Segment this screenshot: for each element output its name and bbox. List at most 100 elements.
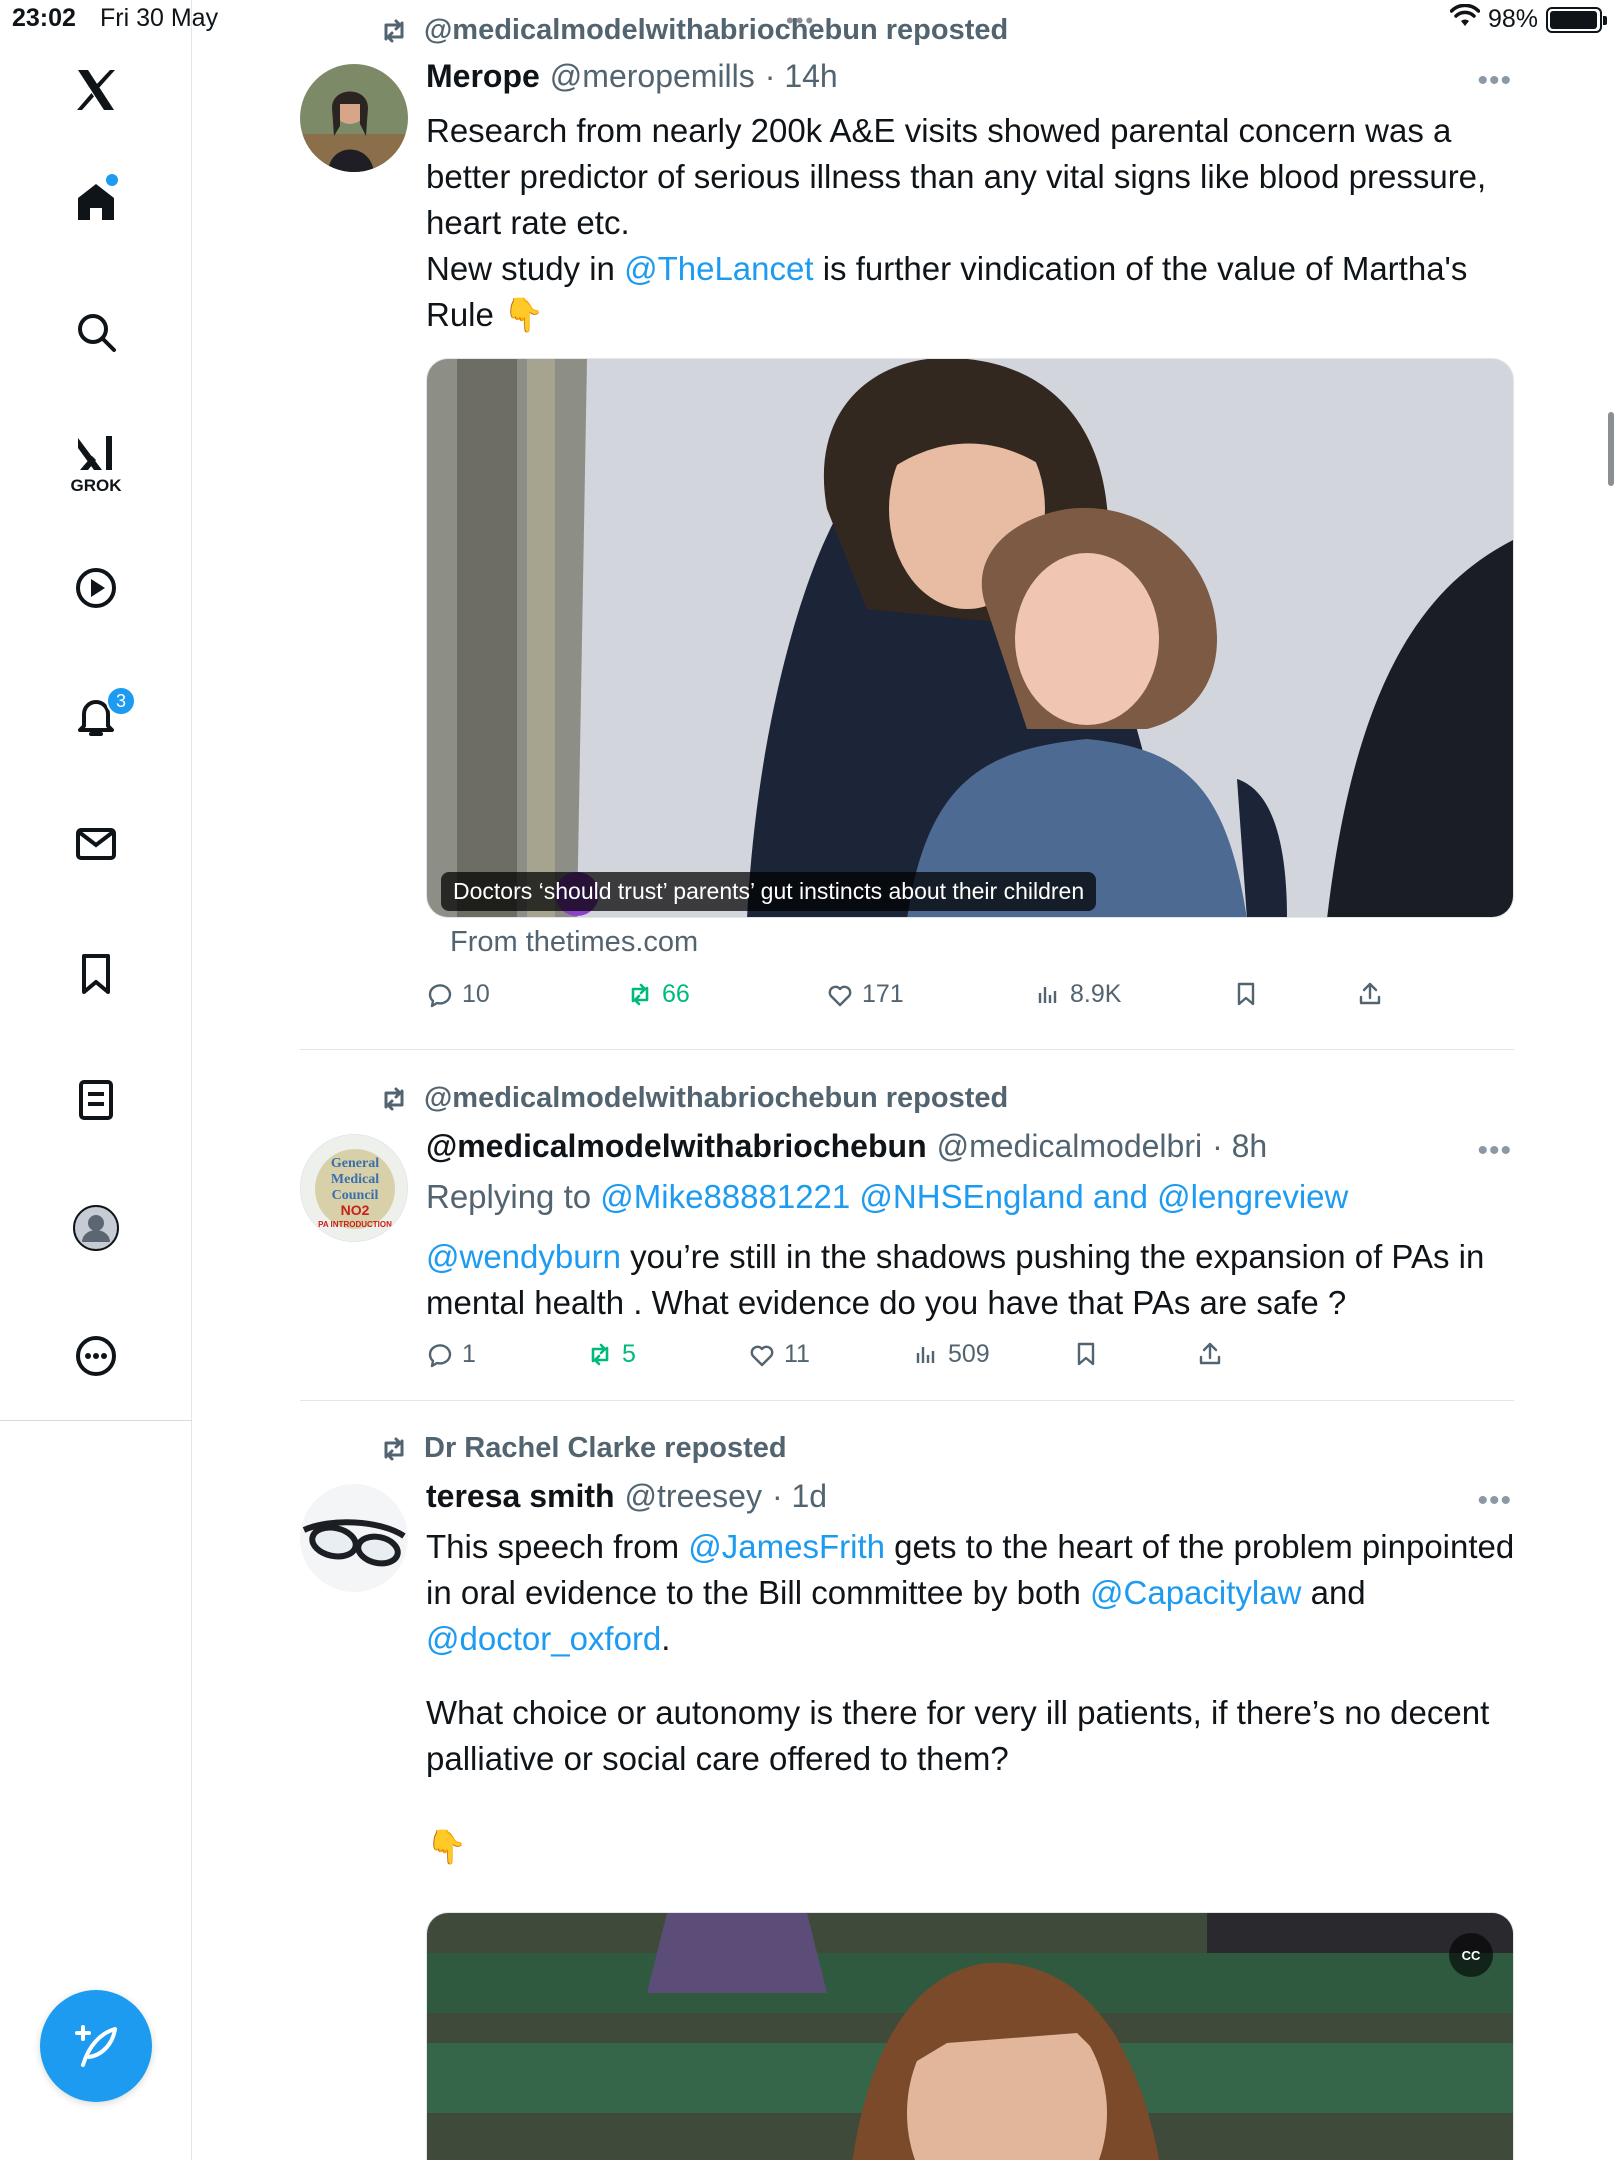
- mention-link[interactable]: @wendyburn: [426, 1238, 621, 1275]
- video-icon[interactable]: [66, 558, 126, 618]
- tweet-text: This speech from @JamesFrith gets to the…: [426, 1524, 1514, 1870]
- compose-button[interactable]: [40, 1990, 152, 2102]
- author-name[interactable]: Merope: [426, 58, 540, 95]
- like-button[interactable]: 11: [748, 1340, 810, 1369]
- mention-link[interactable]: @JamesFrith: [688, 1528, 885, 1565]
- share-button[interactable]: [1356, 980, 1384, 1008]
- post-header: Merope @meropemills · 14h: [426, 58, 838, 95]
- notification-badge: 3: [106, 686, 136, 716]
- bookmark-button[interactable]: [1232, 980, 1260, 1008]
- heart-icon: [750, 1345, 774, 1366]
- media-caption: Doctors ‘should trust’ parents’ gut inst…: [441, 872, 1097, 911]
- grok-icon[interactable]: [66, 422, 126, 482]
- closed-captions-button[interactable]: CC: [1449, 1933, 1493, 1977]
- reply-button[interactable]: 10: [426, 980, 490, 1009]
- compose-icon: [75, 2025, 117, 2067]
- tweet-paragraph: Research from nearly 200k A&E visits sho…: [426, 112, 1487, 241]
- tweet-emoji: 👇: [426, 1828, 468, 1865]
- tweet-text: @wendyburn you’re still in the shadows p…: [426, 1238, 1485, 1321]
- more-icon[interactable]: [66, 1326, 126, 1386]
- x-logo-icon[interactable]: [66, 60, 126, 120]
- repost-icon: [384, 1087, 404, 1110]
- like-button[interactable]: 171: [826, 980, 904, 1009]
- mail-icon[interactable]: [66, 814, 126, 874]
- share-icon: [1359, 982, 1381, 1005]
- repost-label: Dr Rachel Clarke reposted: [424, 1432, 787, 1464]
- reply-count: 1: [462, 1340, 476, 1368]
- author-name[interactable]: teresa smith: [426, 1478, 615, 1515]
- tweet-paragraph: This speech from @JamesFrith gets to the…: [426, 1528, 1514, 1657]
- views-button[interactable]: 509: [912, 1340, 990, 1369]
- tweet-text: Research from nearly 200k A&E visits sho…: [426, 108, 1516, 338]
- tweet-medicalmodel[interactable]: @medicalmodelwithabriochebun reposted Ge…: [300, 1050, 1514, 1400]
- more-options-icon[interactable]: •••: [1477, 1134, 1512, 1168]
- mention-link[interactable]: @doctor_oxford: [426, 1620, 661, 1657]
- sidebar-divider: [0, 1420, 192, 1421]
- profile-icon[interactable]: [66, 1198, 126, 1258]
- bookmark-icon: [1237, 982, 1255, 1006]
- like-count: 11: [784, 1340, 810, 1368]
- battery-icon: [1546, 6, 1607, 33]
- bookmark-icon: [1077, 1342, 1095, 1366]
- post-header: @medicalmodelwithabriochebun @medicalmod…: [426, 1128, 1267, 1165]
- sidebar-nav: GROK 3: [0, 0, 192, 2160]
- bookmark-icon[interactable]: [66, 944, 126, 1004]
- repost-indicator: @medicalmodelwithabriochebun reposted: [378, 1082, 1008, 1115]
- mention-link[interactable]: @Capacitylaw: [1090, 1574, 1301, 1611]
- view-count: 8.9K: [1070, 980, 1122, 1008]
- author-handle[interactable]: @treesey: [625, 1478, 762, 1515]
- author-name[interactable]: @medicalmodelwithabriochebun: [426, 1128, 927, 1165]
- repost-indicator: @medicalmodelwithabriochebun reposted: [378, 14, 1008, 47]
- share-button[interactable]: [1196, 1340, 1224, 1368]
- share-icon: [1199, 1342, 1221, 1365]
- tweet-paragraph-2: What choice or autonomy is there for ver…: [426, 1694, 1490, 1777]
- reply-icon: [428, 1343, 452, 1367]
- repost-indicator: Dr Rachel Clarke reposted: [378, 1432, 787, 1465]
- grok-label: GROK: [70, 476, 122, 495]
- more-options-icon[interactable]: •••: [1477, 1484, 1512, 1518]
- tweet-merope[interactable]: @medicalmodelwithabriochebun reposted Me…: [300, 0, 1514, 1050]
- avatar[interactable]: [300, 64, 408, 172]
- svg-text:NO2: NO2: [341, 1202, 370, 1218]
- reply-count: 10: [462, 980, 490, 1008]
- link-source[interactable]: From thetimes.com: [450, 926, 698, 959]
- lists-icon[interactable]: [66, 1070, 126, 1130]
- svg-text:General: General: [331, 1156, 379, 1171]
- svg-text:Council: Council: [332, 1188, 379, 1203]
- mention-link[interactable]: @TheLancet: [624, 250, 813, 287]
- repost-button[interactable]: 66: [626, 980, 690, 1009]
- tweet-teresa[interactable]: Dr Rachel Clarke reposted teresa smith @…: [300, 1400, 1514, 2160]
- post-time[interactable]: · 14h: [765, 58, 838, 95]
- bookmark-button[interactable]: [1072, 1340, 1100, 1368]
- replying-to: Replying to @Mike88881221 @NHSEngland an…: [426, 1178, 1349, 1215]
- repost-label: @medicalmodelwithabriochebun reposted: [424, 14, 1009, 46]
- author-handle[interactable]: @medicalmodelbri: [937, 1128, 1202, 1165]
- link-card-image[interactable]: Doctors ‘should trust’ parents’ gut inst…: [426, 358, 1514, 918]
- svg-text:PA INTRODUCTION: PA INTRODUCTION: [318, 1220, 392, 1229]
- scrollbar[interactable]: [1608, 412, 1614, 486]
- repost-button[interactable]: 5: [586, 1340, 636, 1369]
- search-icon[interactable]: [66, 302, 126, 362]
- repost-icon: [591, 1343, 609, 1365]
- post-time[interactable]: · 1d: [772, 1478, 827, 1515]
- video-player[interactable]: CC: [426, 1912, 1514, 2160]
- avatar[interactable]: [300, 1484, 408, 1592]
- view-count: 509: [948, 1340, 990, 1368]
- repost-icon: [631, 983, 649, 1005]
- avatar[interactable]: General Medical Council NO2 PA INTRODUCT…: [300, 1134, 408, 1242]
- post-time[interactable]: · 8h: [1212, 1128, 1267, 1165]
- heart-icon: [828, 985, 852, 1006]
- reply-button[interactable]: 1: [426, 1340, 476, 1369]
- svg-text:Medical: Medical: [331, 1172, 379, 1187]
- views-icon: [916, 1346, 935, 1363]
- replying-to-links[interactable]: @Mike88881221 @NHSEngland and @lengrevie…: [600, 1178, 1348, 1215]
- tweet-paragraph-2: New study in @TheLancet is further vindi…: [426, 250, 1468, 333]
- repost-count: 66: [662, 980, 690, 1008]
- repost-count: 5: [622, 1340, 636, 1368]
- views-button[interactable]: 8.9K: [1034, 980, 1121, 1009]
- author-handle[interactable]: @meropemills: [550, 58, 755, 95]
- repost-icon: [384, 19, 404, 42]
- reply-icon: [428, 983, 452, 1007]
- repost-label: @medicalmodelwithabriochebun reposted: [424, 1082, 1009, 1114]
- more-options-icon[interactable]: •••: [1477, 64, 1512, 98]
